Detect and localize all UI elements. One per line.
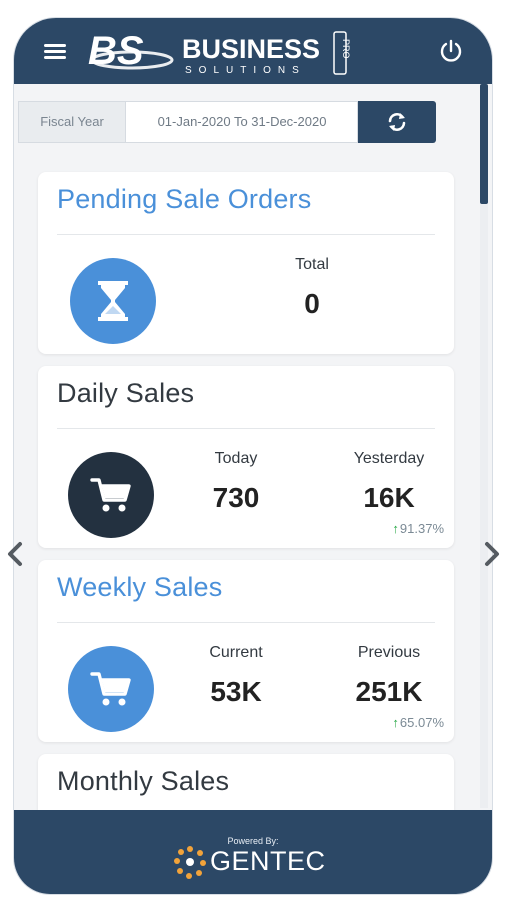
phone-frame: BS BUSINESS SOLUTIONS PRO Fiscal Year 01… (14, 18, 492, 894)
daily-sales-card[interactable]: Daily Sales Today 730 Yesterday 16K ↑91.… (38, 366, 454, 548)
refresh-icon (388, 113, 406, 131)
card-title: Daily Sales (57, 378, 195, 408)
fiscal-year-filter: Fiscal Year 01-Jan-2020 To 31-Dec-2020 (18, 101, 358, 143)
divider (57, 234, 435, 235)
gentec-brand: GENTEC (210, 846, 326, 876)
daily-change-value: 91.37% (399, 521, 444, 536)
fiscal-year-field[interactable]: 01-Jan-2020 To 31-Dec-2020 (126, 102, 358, 142)
today-value: 730 (212, 482, 260, 513)
card-title: Weekly Sales (57, 572, 223, 602)
weekly-sales-card[interactable]: Weekly Sales Current 53K Previous 251K ↑… (38, 560, 454, 742)
logo-tag: PRO (341, 39, 350, 59)
cart-badge (68, 452, 154, 538)
chevron-left-icon[interactable] (4, 540, 24, 568)
logo-main: BUSINESS (182, 34, 320, 64)
scrollbar-thumb[interactable] (480, 84, 488, 204)
pending-sale-orders-card[interactable]: Pending Sale Orders Total 0 (38, 172, 454, 354)
divider (57, 622, 435, 623)
daily-change: ↑91.37% (354, 521, 444, 536)
hourglass-badge (70, 258, 156, 344)
menu-icon[interactable] (44, 44, 66, 60)
previous-label: Previous (357, 644, 421, 661)
chevron-right-icon[interactable] (483, 540, 503, 568)
yesterday-value: 16K (363, 482, 415, 513)
card-title: Pending Sale Orders (57, 184, 312, 214)
fiscal-year-label: Fiscal Year (19, 102, 126, 142)
current-label: Current (209, 644, 263, 661)
today-label: Today (214, 450, 258, 467)
app-footer: Powered By: GENTEC (14, 810, 492, 894)
app-logo: BS BUSINESS SOLUTIONS PRO (88, 29, 350, 76)
logo-mark: BS (88, 29, 144, 73)
refresh-button[interactable] (358, 101, 436, 143)
current-value: 53K (210, 676, 262, 707)
trend-up-icon: ↑ (392, 521, 399, 536)
power-icon[interactable] (438, 38, 464, 64)
cart-badge (68, 646, 154, 732)
cart-icon (90, 672, 131, 706)
previous-value: 251K (355, 676, 423, 707)
trend-up-icon: ↑ (392, 715, 399, 730)
gentec-logo-icon (174, 846, 206, 879)
total-value: 0 (304, 288, 320, 319)
logo-sub: SOLUTIONS (185, 65, 306, 76)
weekly-change-value: 65.07% (399, 715, 444, 730)
card-title: Monthly Sales (57, 766, 230, 796)
hourglass-icon (98, 281, 128, 321)
yesterday-label: Yesterday (353, 450, 425, 467)
powered-by-label: Powered By: (227, 836, 279, 846)
app-header: BS BUSINESS SOLUTIONS PRO (14, 18, 492, 84)
weekly-change: ↑65.07% (354, 715, 444, 730)
cart-icon (90, 478, 131, 512)
total-label: Total (295, 256, 329, 273)
divider (57, 428, 435, 429)
